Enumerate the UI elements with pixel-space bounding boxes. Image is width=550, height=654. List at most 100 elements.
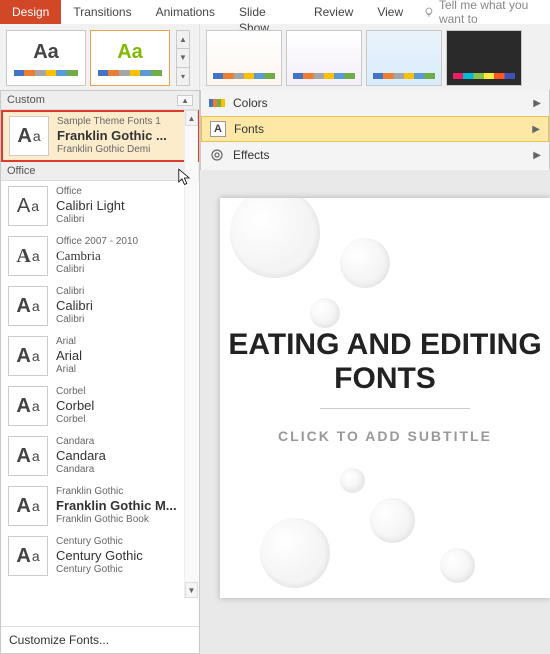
slide-subtitle-placeholder[interactable]: CLICK TO ADD SUBTITLE <box>220 428 550 444</box>
tell-me-label: Tell me what you want to <box>439 0 550 26</box>
menu-fonts-label: Fonts <box>234 122 524 136</box>
font-item-office-7[interactable]: Aa Century GothicCentury GothicCentury G… <box>1 531 199 581</box>
font-item-custom-0[interactable]: Aa Sample Theme Fonts 1 Franklin Gothic … <box>1 110 199 162</box>
slide[interactable]: EATING AND EDITING FONTS CLICK TO ADD SU… <box>220 198 550 598</box>
font-item-body: Calibri <box>56 314 93 326</box>
water-drop-decoration <box>260 518 330 588</box>
theme-color-strip <box>14 70 78 76</box>
font-sample-icon: Aa <box>8 186 48 226</box>
slide-title-placeholder[interactable]: EATING AND EDITING FONTS <box>220 328 550 396</box>
theme-sample-text: Aa <box>117 41 143 64</box>
font-sample-icon: Aa <box>8 386 48 426</box>
font-item-heading: Corbel <box>56 398 94 414</box>
theme-thumb-1[interactable]: Aa <box>6 30 86 86</box>
font-sample-icon: Aa <box>8 236 48 276</box>
menu-colors-label: Colors <box>233 96 525 110</box>
font-item-heading: Arial <box>56 348 82 364</box>
scroll-up-icon[interactable]: ▲ <box>185 110 198 126</box>
font-item-office-1[interactable]: Aa Office 2007 - 2010CambriaCalibri <box>1 231 199 281</box>
water-drop-decoration <box>440 548 475 583</box>
lightbulb-icon <box>423 5 435 19</box>
tab-transitions[interactable]: Transitions <box>61 0 143 24</box>
variant-thumb-2[interactable] <box>286 30 362 86</box>
font-section-custom: Custom ▲ <box>1 91 199 110</box>
menu-effects[interactable]: Effects ▶ <box>201 142 549 168</box>
font-sample-icon: Aa <box>8 286 48 326</box>
tab-review[interactable]: Review <box>302 0 365 24</box>
chevron-dropdown-icon[interactable]: ▾ <box>177 68 189 85</box>
font-list: Aa Sample Theme Fonts 1 Franklin Gothic … <box>1 110 199 626</box>
font-item-name: Sample Theme Fonts 1 <box>57 116 167 128</box>
font-item-name: Franklin Gothic <box>56 486 177 498</box>
chevron-right-icon: ▶ <box>532 124 540 135</box>
chevron-right-icon: ▶ <box>533 98 541 109</box>
font-item-heading: Calibri Light <box>56 198 125 214</box>
font-item-heading: Cambria <box>56 248 138 264</box>
scroll-track[interactable] <box>185 126 198 582</box>
font-sample-icon: Aa <box>9 116 49 156</box>
chevron-down-icon[interactable]: ▼ <box>177 49 189 67</box>
chevron-up-icon[interactable]: ▲ <box>177 31 189 49</box>
variant-thumb-3[interactable] <box>366 30 442 86</box>
font-sample-icon: Aa <box>8 486 48 526</box>
font-item-body: Calibri <box>56 264 138 276</box>
fonts-dropdown-panel: Custom ▲ Aa Sample Theme Fonts 1 Frankli… <box>0 90 200 654</box>
tab-animations[interactable]: Animations <box>144 0 227 24</box>
font-item-office-5[interactable]: Aa CandaraCandaraCandara <box>1 431 199 481</box>
font-item-body: Calibri <box>56 214 125 226</box>
font-item-heading: Franklin Gothic ... <box>57 128 167 144</box>
tab-design[interactable]: Design <box>0 0 61 24</box>
font-item-heading: Candara <box>56 448 106 464</box>
tab-view[interactable]: View <box>365 0 415 24</box>
variant-thumb-1[interactable] <box>206 30 282 86</box>
themes-gallery-spinner[interactable]: ▲ ▼ ▾ <box>176 30 190 86</box>
theme-sample-text: Aa <box>33 41 59 64</box>
fonts-icon: A <box>210 121 226 137</box>
font-item-body: Arial <box>56 364 82 376</box>
chevron-up-icon[interactable]: ▲ <box>177 95 193 106</box>
font-list-scrollbar[interactable]: ▲ ▼ <box>184 110 198 598</box>
menu-fonts[interactable]: A Fonts ▶ <box>201 116 549 142</box>
font-item-name: Calibri <box>56 286 93 298</box>
font-item-body: Corbel <box>56 414 94 426</box>
font-item-heading: Calibri <box>56 298 93 314</box>
font-item-name: Corbel <box>56 386 94 398</box>
ribbon-tabs: Design Transitions Animations Slide Show… <box>0 0 550 24</box>
colors-icon <box>209 95 225 111</box>
font-item-office-3[interactable]: Aa ArialArialArial <box>1 331 199 381</box>
font-item-body: Candara <box>56 464 106 476</box>
font-item-office-0[interactable]: Aa OfficeCalibri LightCalibri <box>1 181 199 231</box>
font-item-body: Franklin Gothic Book <box>56 514 177 526</box>
font-item-office-4[interactable]: Aa CorbelCorbelCorbel <box>1 381 199 431</box>
menu-colors[interactable]: Colors ▶ <box>201 90 549 116</box>
font-item-body: Franklin Gothic Demi <box>57 144 167 156</box>
font-item-body: Century Gothic <box>56 564 143 576</box>
font-section-office: Office <box>1 162 199 181</box>
water-drop-decoration <box>340 468 365 493</box>
variant-thumb-4[interactable] <box>446 30 522 86</box>
font-sample-icon: Aa <box>8 436 48 476</box>
tell-me-search[interactable]: Tell me what you want to <box>415 0 550 24</box>
theme-thumb-2[interactable]: Aa <box>90 30 170 86</box>
slide-divider <box>320 408 470 409</box>
menu-effects-label: Effects <box>233 148 525 162</box>
font-item-name: Office <box>56 186 125 198</box>
font-item-office-6[interactable]: Aa Franklin GothicFranklin Gothic M...Fr… <box>1 481 199 531</box>
font-item-name: Arial <box>56 336 82 348</box>
font-item-name: Office 2007 - 2010 <box>56 236 138 248</box>
font-sample-icon: Aa <box>8 536 48 576</box>
customize-fonts-button[interactable]: Customize Fonts... <box>1 626 199 653</box>
water-drop-decoration <box>230 198 320 278</box>
water-drop-decoration <box>310 298 340 328</box>
water-drop-decoration <box>340 238 390 288</box>
chevron-right-icon: ▶ <box>533 150 541 161</box>
slide-canvas-area: EATING AND EDITING FONTS CLICK TO ADD SU… <box>200 170 550 654</box>
effects-icon <box>209 147 225 163</box>
scroll-down-icon[interactable]: ▼ <box>185 582 198 598</box>
font-item-office-2[interactable]: Aa CalibriCalibriCalibri <box>1 281 199 331</box>
font-item-name: Century Gothic <box>56 536 143 548</box>
water-drop-decoration <box>370 498 415 543</box>
font-item-name: Candara <box>56 436 106 448</box>
theme-color-strip <box>98 70 162 76</box>
tab-slide-show[interactable]: Slide Show <box>227 0 302 24</box>
